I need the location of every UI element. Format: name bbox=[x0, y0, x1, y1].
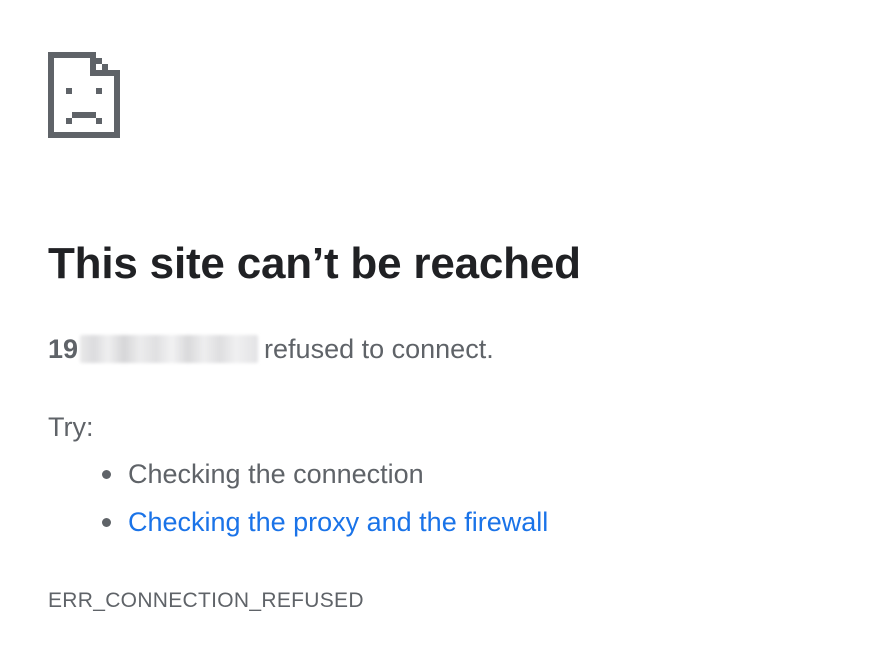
error-message: 19 refused to connect. bbox=[48, 331, 494, 367]
suggestion-label: Checking the connection bbox=[128, 459, 424, 489]
suggestion-check-proxy-firewall: Checking the proxy and the firewall bbox=[100, 504, 548, 552]
sad-page-icon bbox=[48, 52, 120, 138]
try-label: Try: bbox=[48, 412, 94, 442]
check-proxy-firewall-link[interactable]: Checking the proxy and the firewall bbox=[128, 507, 548, 537]
suggestion-list: Checking the connection Checking the pro… bbox=[100, 456, 548, 552]
suggestion-check-connection: Checking the connection bbox=[100, 456, 548, 504]
redacted-host bbox=[80, 335, 259, 363]
page-title: This site can’t be reached bbox=[48, 239, 581, 288]
bullet-icon bbox=[102, 470, 111, 479]
bullet-icon bbox=[102, 518, 111, 527]
error-page: This site can’t be reached 19 refused to… bbox=[0, 0, 888, 646]
error-message-text: refused to connect. bbox=[264, 334, 494, 364]
error-code: ERR_CONNECTION_REFUSED bbox=[48, 589, 364, 612]
host-name: 19 bbox=[48, 334, 79, 364]
